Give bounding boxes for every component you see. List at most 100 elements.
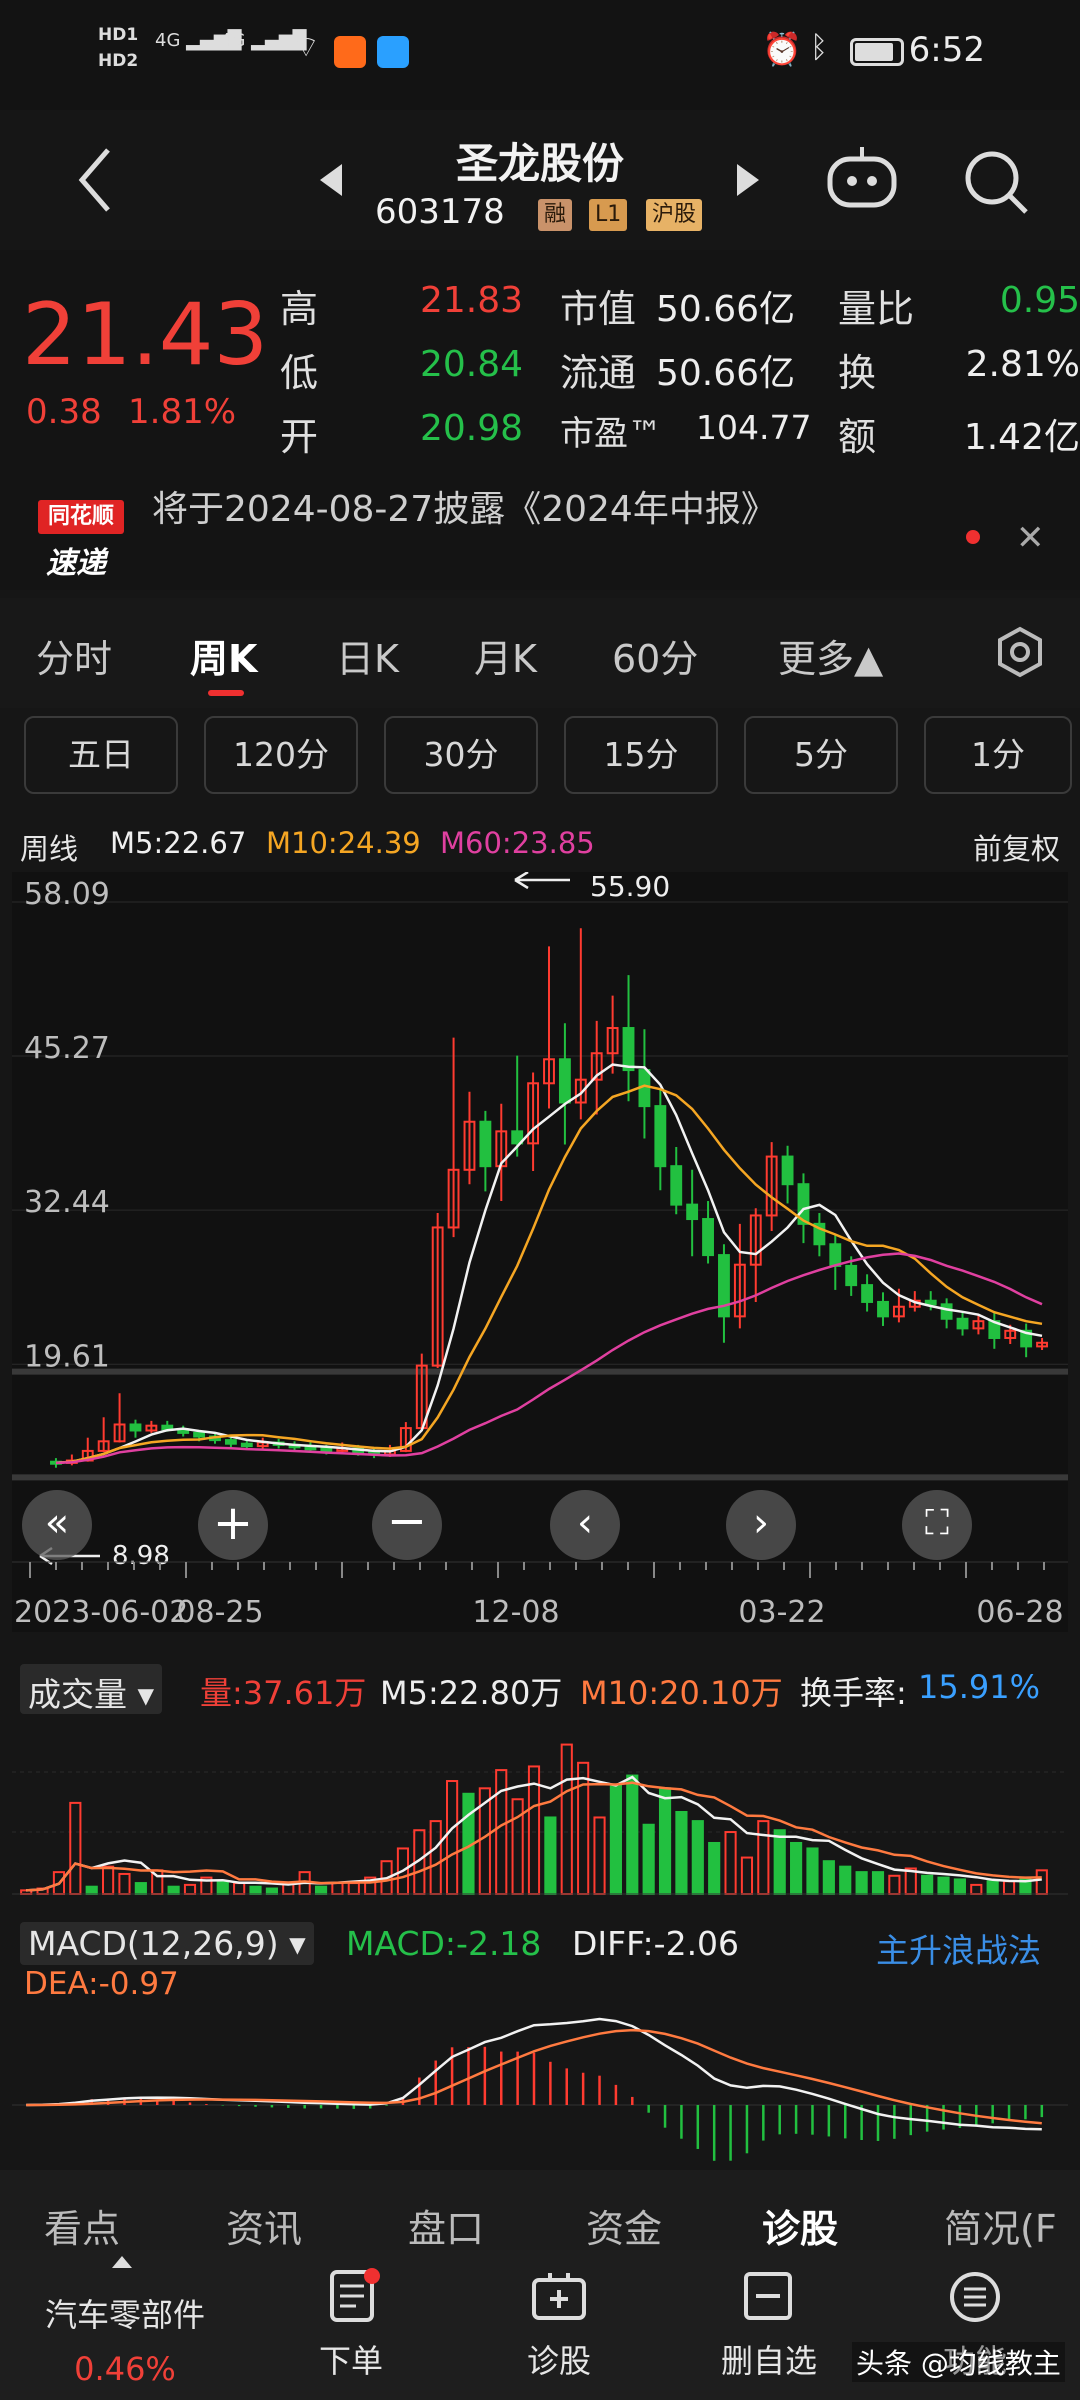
remove-watchlist-label[interactable]: 删自选 [704,2336,834,2382]
volume-bar [314,1885,328,1895]
tab-profile[interactable]: 简况(F [944,2198,1057,2253]
candle-body [654,1105,667,1168]
volume-bar [675,1811,688,1895]
volume-bar [85,1885,98,1895]
stock-code: 603178 [375,192,505,232]
search-icon[interactable] [962,148,1032,218]
order-label[interactable]: 下单 [296,2336,406,2382]
hd-indicator: HD1 HD2 [98,25,139,71]
tab-orderbook[interactable]: 盘口 [408,2198,484,2253]
diagnose-icon[interactable] [530,2270,588,2322]
scroll-right-icon[interactable]: › [726,1490,796,1560]
macd-value: MACD:-2.18 [346,1924,542,1963]
volume-chart[interactable] [0,1722,1080,1902]
turnover-rate-label: 换手率: [800,1674,907,1712]
bluetooth-icon: ᛒ [810,30,828,65]
mcap-value: 50.66亿 [656,289,796,330]
candle-body [670,1165,683,1206]
volume-bar [446,1780,459,1895]
tab-news[interactable]: 资讯 [226,2198,302,2253]
high-arrow [514,872,570,890]
tab-highlights[interactable]: 看点 [44,2198,120,2253]
expand-up-icon[interactable] [112,2256,132,2268]
indicator-select-volume[interactable]: 成交量 ▾ [20,1664,163,1714]
volume-bar [609,1783,622,1896]
float-label: 流通 [560,351,637,395]
period-1min[interactable]: 1分 [924,716,1072,794]
volume-bar [642,1823,655,1895]
zoom-in-icon[interactable]: + [198,1490,268,1560]
battery-icon [850,38,904,66]
macd-chart[interactable] [0,2005,1080,2165]
period-15min[interactable]: 15分 [564,716,718,794]
clock: 6:52 [908,30,985,70]
sector-name[interactable]: 汽车零部件 [20,2290,230,2336]
last-price: 21.43 [22,285,269,385]
low-annotation: 8.98 [112,1541,170,1571]
menu-icon[interactable] [948,2270,1002,2324]
tab-more[interactable]: 更多▲ [778,628,883,683]
dea-value: DEA:-0.97 [24,1966,179,2002]
turnover-value: 2.81% [965,344,1080,385]
open-value: 20.98 [420,408,524,449]
volume-bar [921,1874,934,1895]
candle-body [479,1120,492,1168]
scroll-left-icon[interactable]: ‹ [550,1490,620,1560]
robot-assistant-icon[interactable] [824,145,900,215]
period-30min[interactable]: 30分 [384,716,538,794]
app-notification-icon [334,36,366,68]
tab-60min[interactable]: 60分 [612,628,698,683]
mcap-label: 市值 [560,287,637,331]
adjust-mode[interactable]: 前复权 [973,826,1060,868]
order-icon[interactable] [328,2268,380,2324]
period-120min[interactable]: 120分 [204,716,358,794]
volume-bar [871,1871,885,1895]
amount-label: 额 [838,415,877,459]
period-tabs [0,598,1080,708]
volume-bar [855,1871,868,1895]
express-logo: 速递 [46,546,106,581]
diff-value: DIFF:-2.06 [572,1924,740,1963]
pe-label: 市盈™ [560,414,662,454]
zoom-out-icon[interactable]: − [372,1490,442,1560]
x-tick-label: 03-22 [738,1595,825,1630]
tab-capital[interactable]: 资金 [586,2198,662,2253]
strategy-link[interactable]: 主升浪战法 [876,1924,1041,1972]
period-5day[interactable]: 五日 [24,716,178,794]
margin-tag: 融 [538,199,573,231]
tab-weekly-k[interactable]: 周K [190,628,257,683]
x-tick-label: 2023-06-02 [14,1595,188,1630]
candle-body [845,1264,858,1287]
volume-bar [167,1885,180,1895]
volume-bar [593,1816,606,1895]
volume-bar [724,1831,737,1895]
period-5min[interactable]: 5分 [744,716,898,794]
volume-bar [986,1880,999,1896]
volume-bar [953,1878,966,1896]
candle-body [877,1300,889,1318]
volume-bar [183,1883,197,1895]
diagnose-label[interactable]: 诊股 [504,2336,614,2382]
indicator-select-macd[interactable]: MACD(12,26,9) ▾ [20,1922,314,1965]
fullscreen-icon[interactable]: ⛶ [902,1490,972,1560]
volume-bar [806,1847,819,1895]
close-icon[interactable]: ✕ [1016,518,1045,558]
volume-bar [577,1761,590,1895]
tab-intraday[interactable]: 分时 [36,628,112,683]
candle-body [702,1218,714,1257]
tab-monthly-k[interactable]: 月K [474,628,537,683]
tab-diagnose[interactable]: 诊股 [762,2198,838,2253]
announcement-text[interactable]: 将于2024-08-27披露《2024年中报》 [152,480,777,532]
fast-back-icon[interactable]: « [22,1490,92,1560]
settings-icon[interactable] [994,626,1046,678]
turnover-label: 换 [838,351,877,395]
ma10-line [55,1084,1043,1465]
volume-bar [740,1856,754,1895]
volume-bar [888,1874,901,1895]
tab-daily-k[interactable]: 日K [336,628,399,683]
candle-body [622,1027,635,1072]
turnover-rate-value: 15.91% [918,1668,1041,1706]
ma5-label: M5:22.67 [110,826,247,860]
remove-watchlist-icon[interactable] [742,2270,794,2322]
stock-name: 圣龙股份 [455,139,624,188]
